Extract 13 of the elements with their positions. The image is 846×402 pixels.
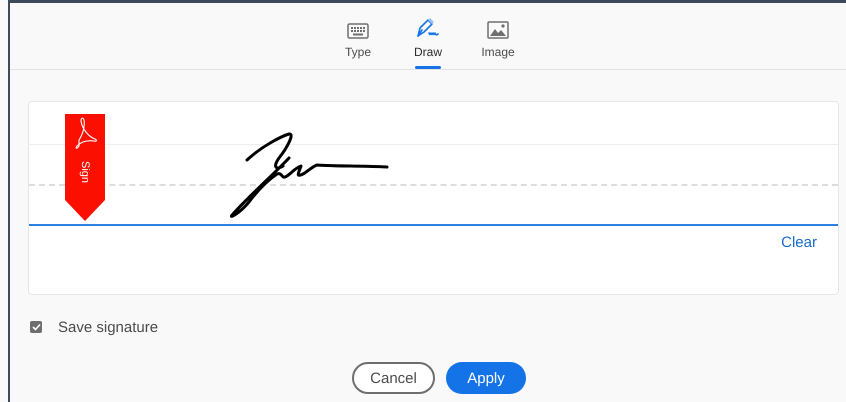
logo-icon bbox=[76, 118, 97, 149]
pen-icon bbox=[415, 17, 441, 39]
apply-button[interactable]: Apply bbox=[446, 362, 526, 394]
tab[interactable]: Image bbox=[471, 3, 525, 69]
clear-link[interactable]: Clear bbox=[781, 234, 817, 251]
tab[interactable]: Draw bbox=[401, 3, 455, 69]
checkbox-label: Save signature bbox=[58, 318, 158, 336]
cancel-button[interactable]: Cancel bbox=[352, 362, 435, 394]
tab[interactable]: Type bbox=[331, 3, 385, 69]
image-icon bbox=[487, 21, 509, 39]
sign-label: Sign bbox=[79, 160, 91, 186]
keyboard-icon bbox=[347, 23, 369, 39]
checkbox[interactable] bbox=[30, 321, 42, 333]
